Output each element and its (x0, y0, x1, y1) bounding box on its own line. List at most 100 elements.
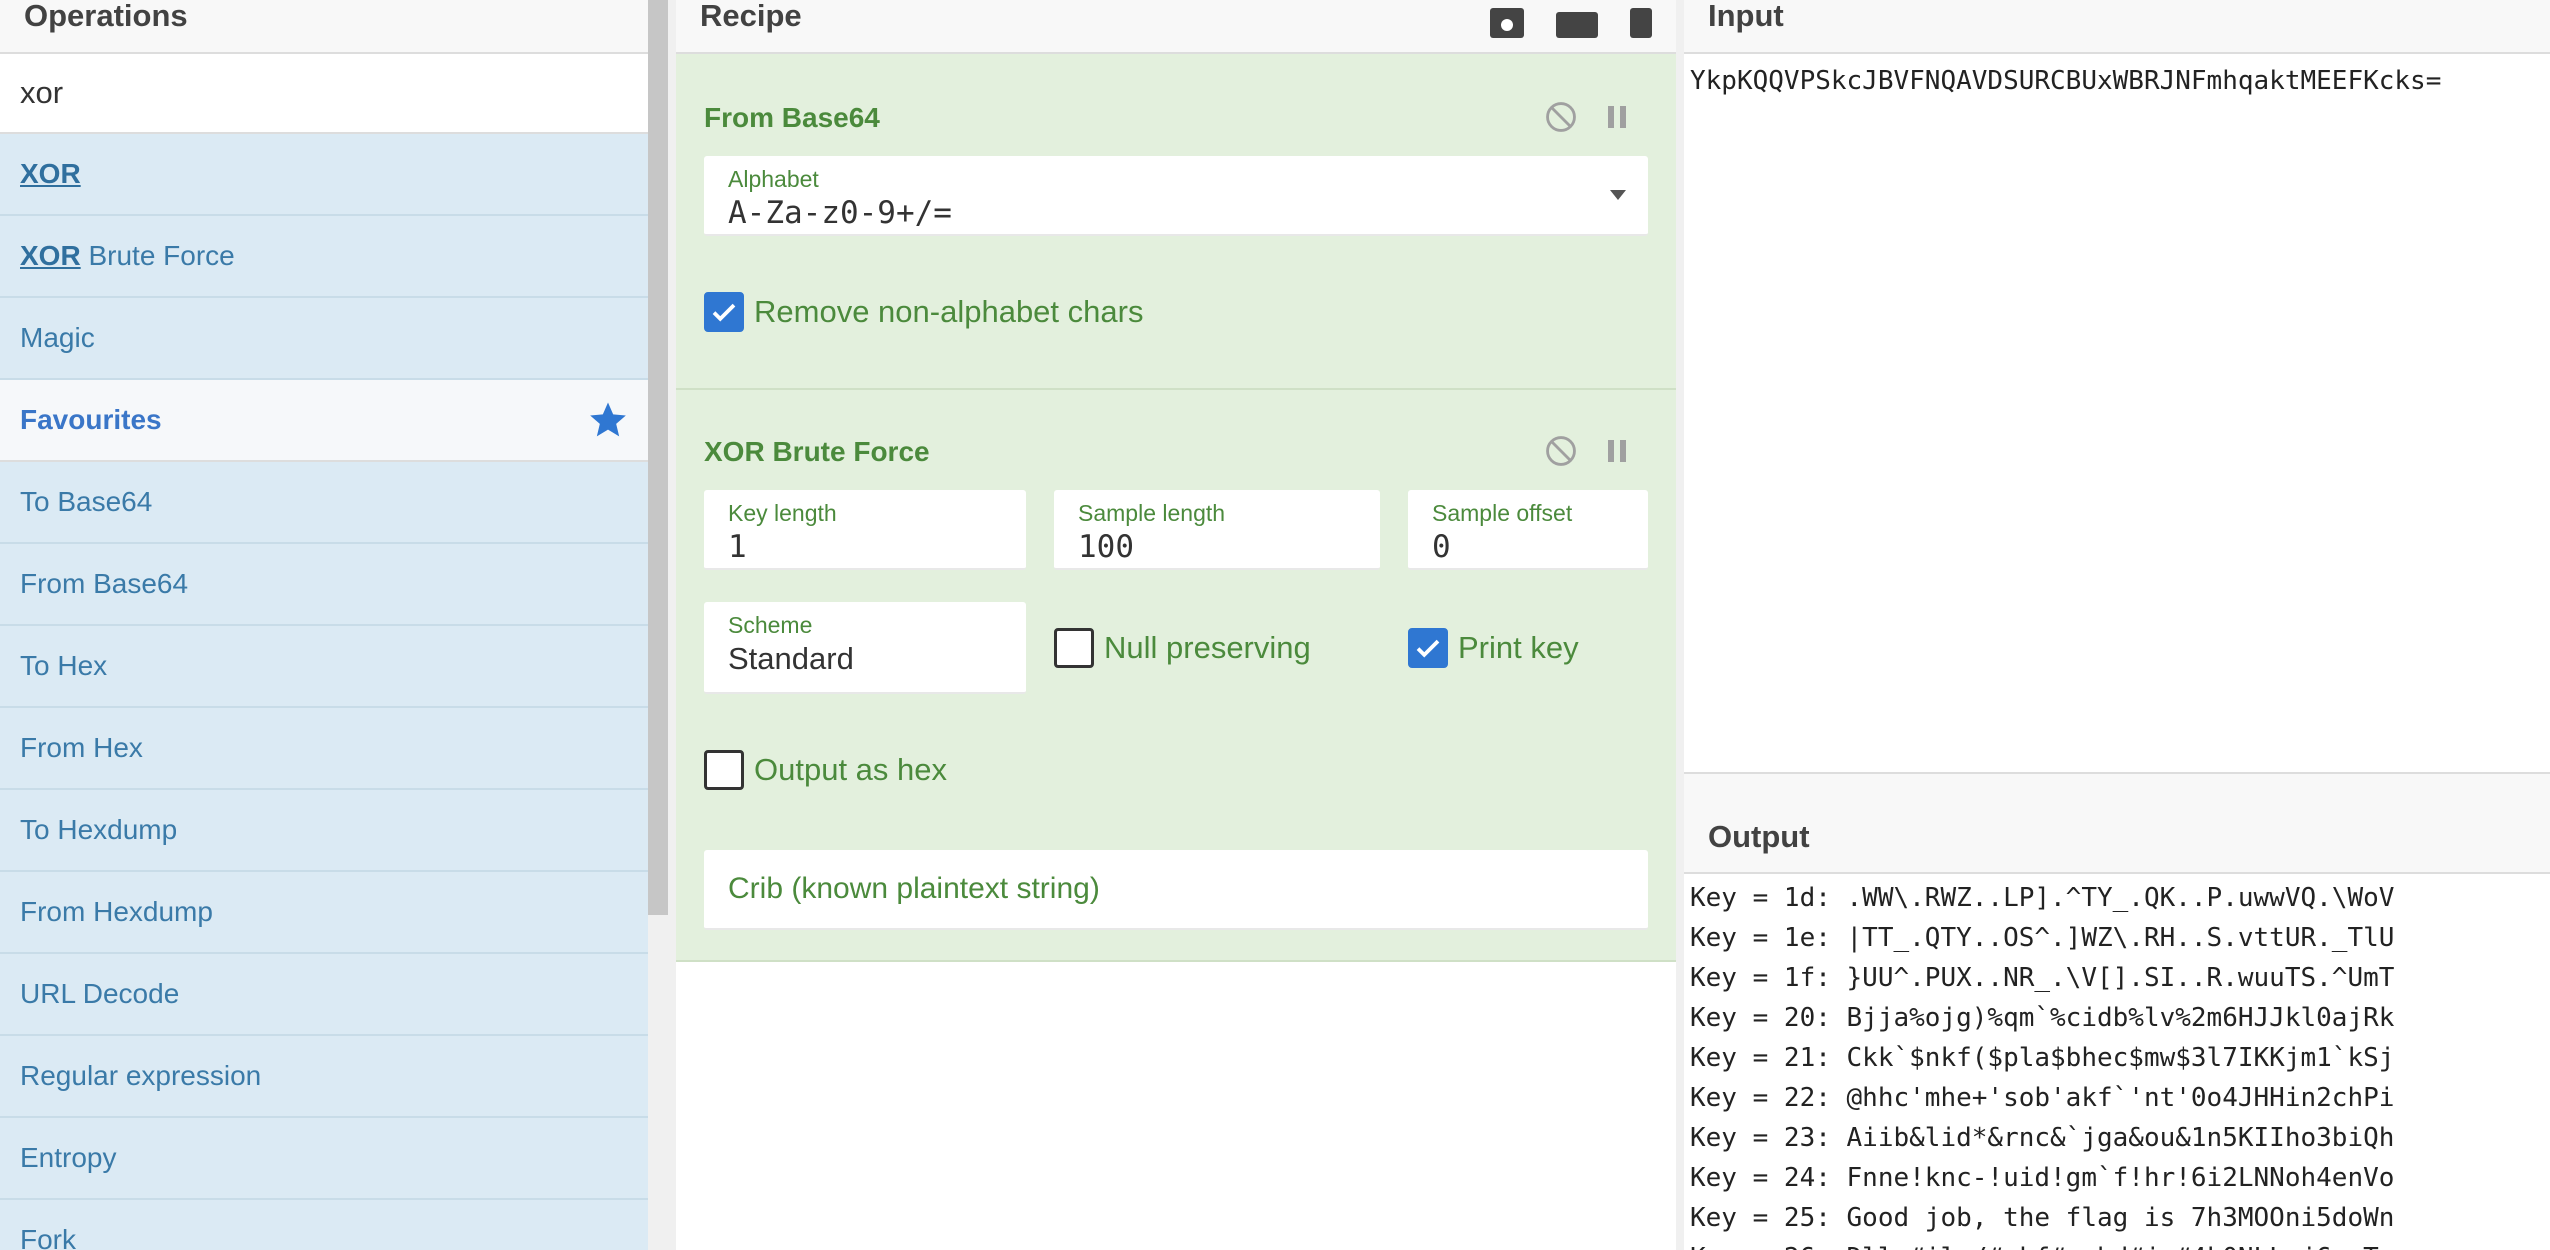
scheme-select[interactable]: Scheme Standard (704, 602, 1026, 694)
recipe-title: Recipe (700, 0, 802, 33)
sample-length-field[interactable]: Sample length 100 (1054, 490, 1380, 570)
op-label: To Hexdump (20, 814, 178, 845)
op-entropy[interactable]: Entropy (0, 1118, 648, 1200)
op-fork[interactable]: Fork (0, 1200, 648, 1250)
operations-scrollbar[interactable] (648, 0, 668, 1250)
alphabet-select[interactable]: Alphabet A-Za-z0-9+/= (704, 156, 1648, 236)
column-divider[interactable] (1676, 0, 1684, 1250)
output-line: Key = 1f: }UU^.PUX..NR_.\V[].SI..R.wuuTS… (1690, 963, 2395, 993)
op-label: From Base64 (20, 568, 189, 599)
category-favourites[interactable]: Favourites (0, 380, 648, 462)
checkbox-unchecked[interactable] (704, 750, 744, 790)
recipe-op-title: XOR Brute Force (704, 436, 930, 467)
output-textarea[interactable]: Key = 1d: .WW\.RWZ..LP].^TY_.QK..P.uwwVQ… (1684, 874, 2550, 1250)
op-result-highlight: XOR (20, 240, 81, 271)
recipe-op-controls (1544, 100, 1632, 134)
checkbox-unchecked[interactable] (1054, 628, 1094, 668)
scheme-value: Standard (728, 641, 854, 676)
key-length-field[interactable]: Key length 1 (704, 490, 1026, 570)
output-as-hex-checkbox[interactable]: Output as hex (704, 750, 947, 790)
checkbox-label: Null preserving (1104, 630, 1311, 665)
key-length-value: 1 (728, 529, 747, 565)
print-key-checkbox[interactable]: Print key (1408, 628, 1579, 668)
output-line: Key = 20: Bjja%ojg)%qm`%cidb%lv%2m6HJJkl… (1690, 1003, 2395, 1033)
output-line: Key = 22: @hhc'mhe+'sob'akf`'nt'0o4JHHin… (1690, 1083, 2395, 1113)
disable-icon[interactable] (1544, 100, 1578, 134)
input-textarea[interactable]: YkpKQQVPSkcJBVFNQAVDSURCBUxWBRJNFmhqaktM… (1684, 54, 2550, 774)
op-result-label: Magic (20, 322, 95, 353)
op-from-hex[interactable]: From Hex (0, 708, 648, 790)
recipe-op-title: From Base64 (704, 102, 880, 133)
sample-offset-label: Sample offset (1432, 500, 1573, 526)
op-regular-expression[interactable]: Regular expression (0, 1036, 648, 1118)
output-header: Output (1684, 774, 2550, 874)
checkbox-checked[interactable] (1408, 628, 1448, 668)
output-line: Key = 26: Dllg#ila/#wkf#eobd#jp#4k0NLLmj… (1690, 1238, 2544, 1250)
checkbox-label: Print key (1458, 630, 1579, 665)
op-label: From Hex (20, 732, 143, 763)
input-header: Input (1684, 0, 2550, 54)
op-result-xor[interactable]: XOR (0, 134, 648, 216)
sample-offset-field[interactable]: Sample offset 0 (1408, 490, 1648, 570)
op-label: To Base64 (20, 486, 153, 517)
input-title: Input (1708, 0, 1784, 33)
crib-input[interactable]: Crib (known plaintext string) (704, 850, 1648, 930)
checkbox-checked[interactable] (704, 292, 744, 332)
checkbox-label: Remove non-alphabet chars (754, 294, 1144, 329)
pause-icon[interactable] (1602, 434, 1632, 468)
op-label: URL Decode (20, 978, 180, 1009)
operations-search (0, 54, 648, 134)
operations-search-input[interactable] (20, 75, 628, 111)
op-result-magic[interactable]: Magic (0, 298, 648, 380)
scheme-label: Scheme (728, 612, 813, 638)
alphabet-value: A-Za-z0-9+/= (728, 195, 952, 231)
op-to-base64[interactable]: To Base64 (0, 462, 648, 544)
null-preserving-checkbox[interactable]: Null preserving (1054, 628, 1311, 668)
folder-icon[interactable] (1556, 12, 1598, 38)
remove-non-alphabet-checkbox[interactable]: Remove non-alphabet chars (704, 292, 1143, 332)
category-label: Favourites (20, 404, 162, 435)
alphabet-label: Alphabet (728, 166, 819, 192)
io-panel: Input YkpKQQVPSkcJBVFNQAVDSURCBUxWBRJNFm… (1684, 0, 2550, 1250)
sample-offset-value: 0 (1432, 529, 1451, 565)
star-icon (590, 402, 626, 437)
recipe-op-from-base64: From Base64 Alphabet A-Za-z0-9+/= Remove… (676, 54, 1676, 390)
column-divider[interactable] (668, 0, 676, 1250)
trash-icon[interactable] (1630, 8, 1652, 38)
sample-length-value: 100 (1078, 529, 1134, 565)
op-result-highlight: XOR (20, 158, 81, 189)
output-line: Key = 21: Ckk`$nkf($pla$bhec$mw$3l7IKKjm… (1690, 1043, 2395, 1073)
sample-length-label: Sample length (1078, 500, 1226, 526)
pause-icon[interactable] (1602, 100, 1632, 134)
recipe-toolbar (1490, 8, 1652, 38)
op-result-label: Brute Force (80, 240, 235, 271)
op-label: Regular expression (20, 1060, 262, 1091)
save-icon[interactable] (1490, 8, 1524, 38)
output-line: Key = 25: Good job, the flag is 7h3MOOni… (1690, 1203, 2395, 1233)
op-url-decode[interactable]: URL Decode (0, 954, 648, 1036)
disable-icon[interactable] (1544, 434, 1578, 468)
key-length-label: Key length (728, 500, 837, 526)
op-label: Fork (20, 1224, 76, 1250)
op-from-base64[interactable]: From Base64 (0, 544, 648, 626)
caret-down-icon[interactable] (1610, 190, 1626, 200)
op-result-xor-brute-force[interactable]: XOR Brute Force (0, 216, 648, 298)
output-title: Output (1708, 819, 1810, 854)
op-label: To Hex (20, 650, 108, 681)
op-label: From Hexdump (20, 896, 213, 927)
operations-title: Operations (24, 0, 188, 33)
recipe-header: Recipe (676, 0, 1676, 54)
op-to-hex[interactable]: To Hex (0, 626, 648, 708)
output-line: Key = 1d: .WW\.RWZ..LP].^TY_.QK..P.uwwVQ… (1690, 883, 2395, 913)
crib-placeholder: Crib (known plaintext string) (728, 872, 1100, 905)
recipe-op-xor-brute-force: XOR Brute Force Key length 1 Sample leng… (676, 390, 1676, 962)
scrollbar-thumb[interactable] (648, 0, 668, 915)
output-line: Key = 1e: |TT_.QTY..OS^.]WZ\.RH..S.vttUR… (1690, 923, 2395, 953)
operations-header: Operations (0, 0, 648, 54)
op-from-hexdump[interactable]: From Hexdump (0, 872, 648, 954)
recipe-op-controls (1544, 434, 1632, 468)
op-to-hexdump[interactable]: To Hexdump (0, 790, 648, 872)
recipe-panel: Recipe From Base64 Alphabet A-Za-z0-9+/=… (676, 0, 1676, 1250)
output-line: Key = 23: Aiib&lid*&rnc&`jga&ou&1n5KIIho… (1690, 1123, 2395, 1153)
checkbox-label: Output as hex (754, 752, 948, 787)
